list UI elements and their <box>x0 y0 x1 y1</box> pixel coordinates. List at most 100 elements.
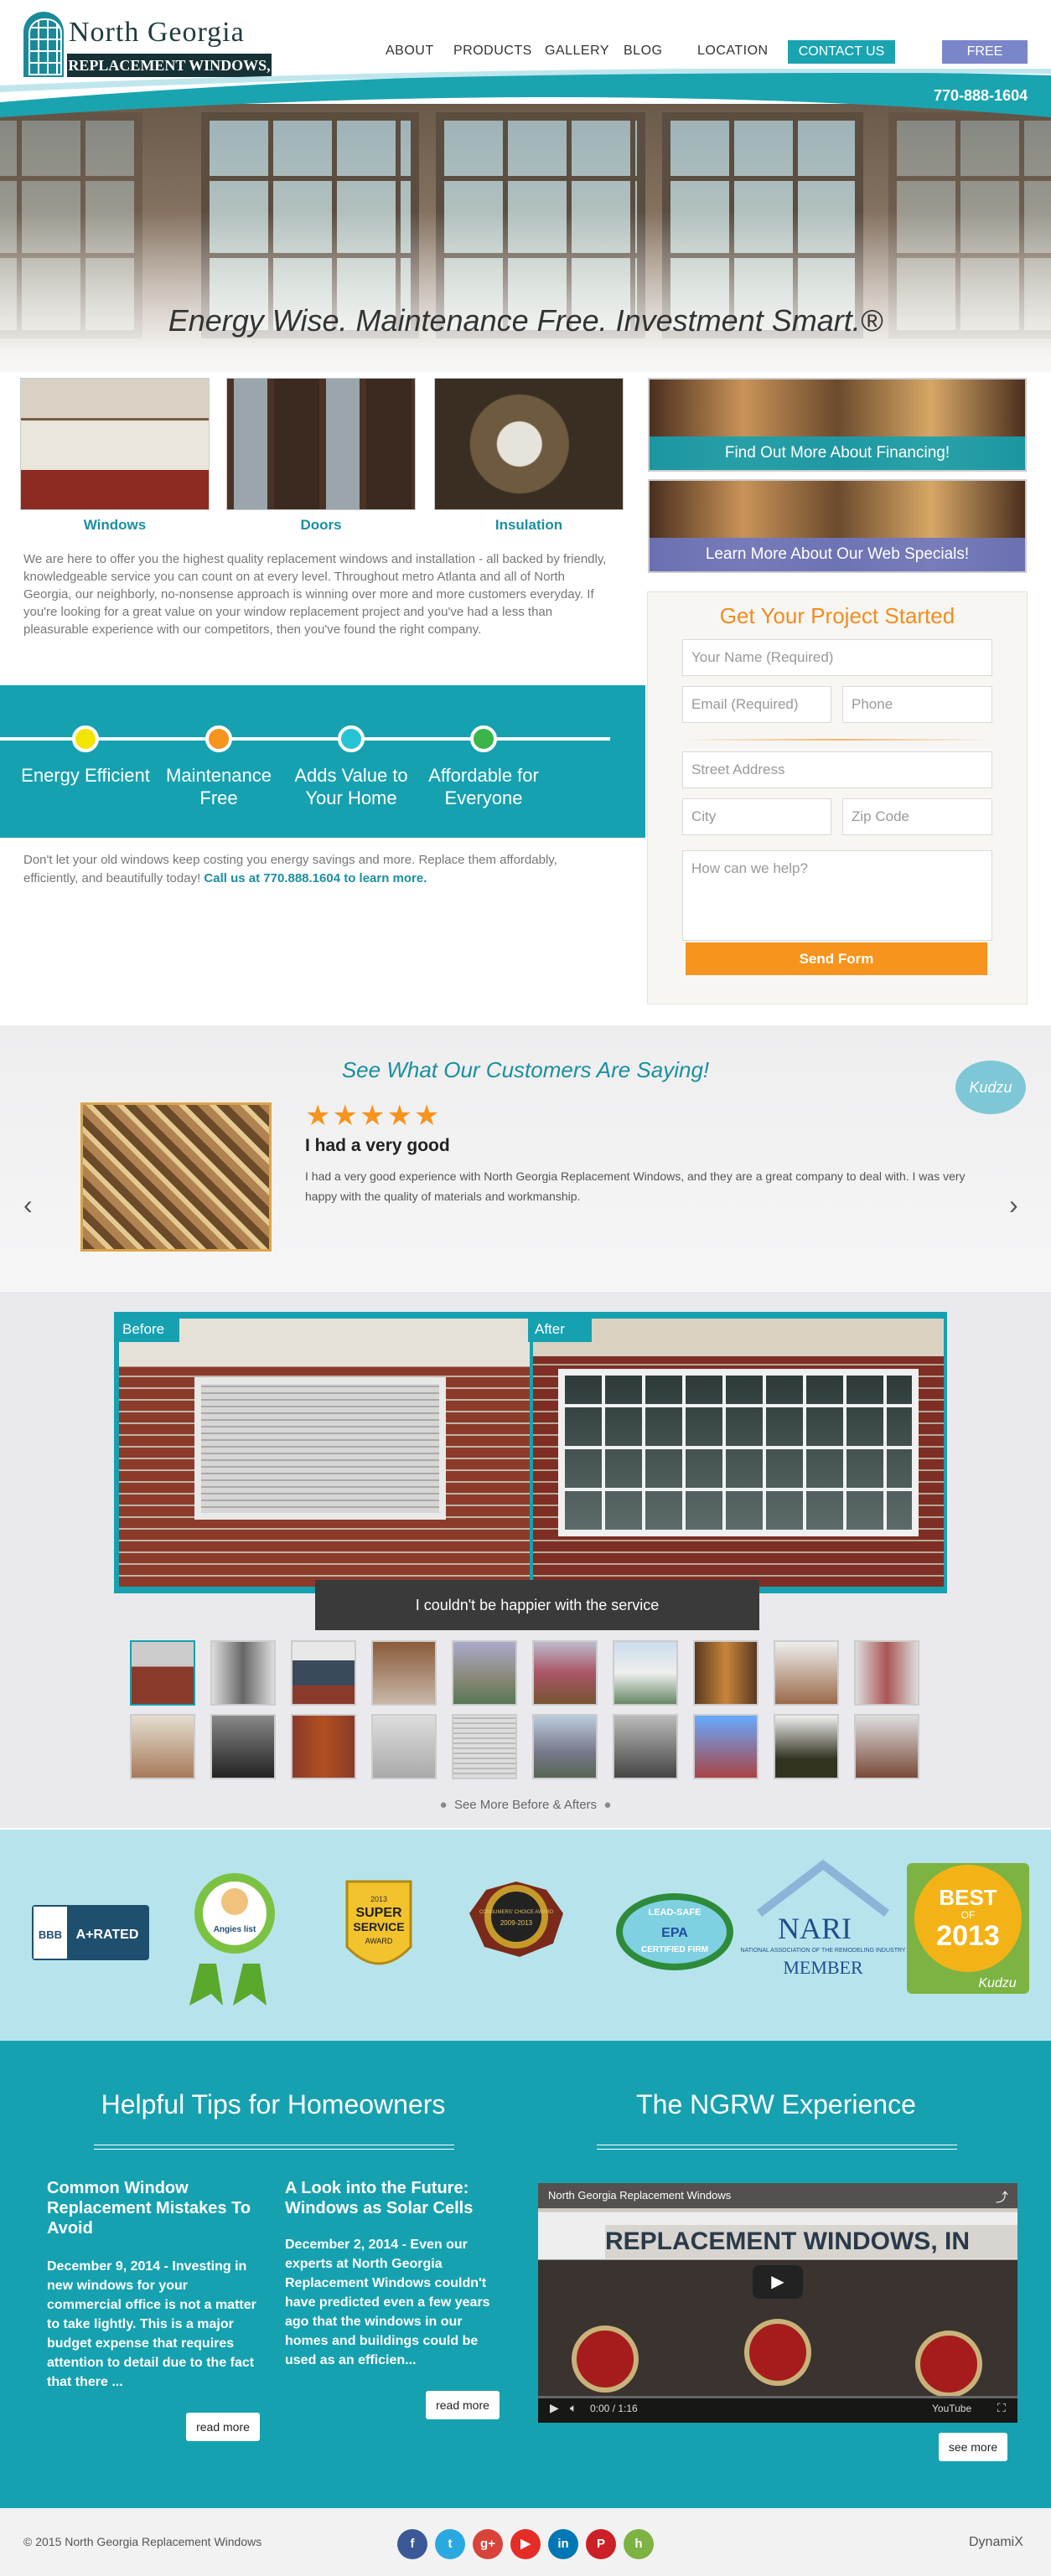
bullet-icon: ● <box>603 1798 612 1812</box>
benefit-value: Adds Value to Your Home <box>294 765 408 808</box>
tips-title: Helpful Tips for Homeowners <box>101 2089 446 2119</box>
financing-promo[interactable]: Find Out More About Financing! <box>648 378 1027 472</box>
windows-thumbnail[interactable] <box>20 378 210 510</box>
gallery-thumb[interactable] <box>774 1640 839 1706</box>
youtube-icon[interactable]: ▶ <box>510 2529 541 2559</box>
svg-text:Kudzu: Kudzu <box>978 1976 1016 1990</box>
see-more-label: See More Before & Afters <box>453 1798 598 1812</box>
linkedin-icon[interactable]: in <box>548 2529 578 2559</box>
read-more-button-2[interactable]: read more <box>426 2391 500 2419</box>
gallery-thumb[interactable] <box>210 1714 276 1779</box>
hero-tagline: Energy Wise. Maintenance Free. Investmen… <box>168 303 883 338</box>
affordable-dot-icon <box>470 725 497 752</box>
nav-location[interactable]: LOCATION <box>697 44 769 59</box>
see-more-before-afters[interactable]: ● See More Before & Afters ● <box>0 1798 1051 1812</box>
about-paragraph: We are here to offer you the highest qua… <box>23 552 607 637</box>
video-time: 0:00 / 1:16 <box>590 2403 638 2414</box>
tips-divider <box>94 2145 454 2150</box>
nav-blog[interactable]: BLOG <box>624 44 662 59</box>
call-link[interactable]: Call us at 770.888.1604 to learn more. <box>204 871 427 885</box>
doors-thumbnail[interactable] <box>226 378 416 510</box>
read-more-button-1[interactable]: read more <box>186 2413 260 2441</box>
gallery-thumb[interactable] <box>452 1640 517 1706</box>
send-form-button[interactable]: Send Form <box>686 942 987 975</box>
financing-label: Find Out More About Financing! <box>650 436 1025 470</box>
twitter-icon[interactable]: t <box>435 2529 465 2559</box>
facebook-icon[interactable]: f <box>397 2529 427 2559</box>
window-logo-icon <box>23 12 64 77</box>
post-title-1[interactable]: Common Window Replacement Mistakes To Av… <box>47 2178 256 2238</box>
gallery-thumb[interactable] <box>130 1714 195 1779</box>
form-divider <box>682 739 992 741</box>
header-phone[interactable]: 770-888-1604 <box>934 87 1028 105</box>
gallery-thumb[interactable] <box>693 1714 758 1779</box>
nav-products[interactable]: PRODUCTS <box>453 44 532 59</box>
phone-field[interactable]: Phone <box>842 686 992 723</box>
play-icon[interactable]: ▶ <box>550 2401 559 2415</box>
gallery-thumb[interactable] <box>371 1714 437 1779</box>
gallery-thumb[interactable] <box>854 1640 919 1706</box>
doors-link[interactable]: Doors <box>226 517 416 534</box>
gallery-thumb[interactable] <box>371 1640 437 1706</box>
svg-text:NATIONAL ASSOCIATION OF THE RE: NATIONAL ASSOCIATION OF THE REMODELING I… <box>740 1948 906 1954</box>
dynamix-credit[interactable]: DynamiX <box>969 2535 1023 2550</box>
volume-icon[interactable]: 🔈︎ <box>570 2401 577 2415</box>
maintenance-dot-icon <box>205 725 232 752</box>
next-arrow-icon[interactable]: › <box>1009 1190 1018 1221</box>
specials-promo[interactable]: Learn More About Our Web Specials! <box>648 479 1027 573</box>
insulation-thumbnail[interactable] <box>434 378 624 510</box>
form-title: Get Your Project Started <box>719 603 955 628</box>
video-player[interactable]: REPLACEMENT WINDOWS, IN North Georgia Re… <box>538 2183 1017 2423</box>
insulation-link[interactable]: Insulation <box>434 517 624 534</box>
specials-label: Learn More About Our Web Specials! <box>650 538 1025 571</box>
svg-text:CERTIFIED FIRM: CERTIFIED FIRM <box>641 1945 708 1954</box>
nari-member-badge: NARI NATIONAL ASSOCIATION OF THE REMODEL… <box>740 1859 906 1978</box>
benefit-affordable: Affordable for Everyone <box>428 765 539 808</box>
accreditation-badges: BBB A+RATED Angies list 2013 SUPER SERVI… <box>32 1859 1029 2006</box>
post-title-2[interactable]: A Look into the Future: Windows as Solar… <box>285 2178 494 2218</box>
see-more-button[interactable]: see more <box>939 2433 1007 2461</box>
google-plus-icon[interactable]: g+ <box>473 2529 503 2559</box>
cta-paragraph: Don't let your old windows keep costing … <box>23 851 610 888</box>
pinterest-icon[interactable]: P <box>586 2529 616 2559</box>
super-service-award-badge: 2013 SUPER SERVICE AWARD <box>345 1880 412 1965</box>
gallery-thumb[interactable] <box>693 1640 758 1706</box>
prev-arrow-icon[interactable]: ‹ <box>23 1190 33 1221</box>
street-field[interactable]: Street Address <box>682 751 992 788</box>
video-sign: REPLACEMENT WINDOWS, IN <box>605 2225 1017 2259</box>
svg-text:2013: 2013 <box>936 1920 1000 1952</box>
name-field[interactable]: Your Name (Required) <box>682 639 992 676</box>
zip-field[interactable]: Zip Code <box>842 798 992 835</box>
houzz-icon[interactable]: h <box>624 2529 654 2559</box>
windows-link[interactable]: Windows <box>20 517 210 534</box>
nav-about[interactable]: ABOUT <box>386 44 434 59</box>
kudzu-logo[interactable]: Kudzu <box>955 1061 1026 1114</box>
gallery-thumb[interactable] <box>452 1714 517 1779</box>
gallery-thumb[interactable] <box>774 1714 839 1779</box>
gallery-thumb[interactable] <box>130 1640 195 1706</box>
site-logo[interactable]: North Georgia REPLACEMENT WINDOWS, INC. <box>23 12 272 97</box>
gallery-thumb[interactable] <box>854 1714 919 1779</box>
gallery-thumb[interactable] <box>613 1640 678 1706</box>
play-button-icon[interactable]: ▶ <box>753 2265 803 2299</box>
gallery-thumb[interactable] <box>532 1640 598 1706</box>
gallery-thumb[interactable] <box>532 1714 598 1779</box>
free-proposal-button[interactable]: FREE PROPOSAL <box>942 40 1028 82</box>
nav-gallery[interactable]: GALLERY <box>545 44 609 59</box>
gallery-thumb[interactable] <box>291 1640 356 1706</box>
email-field[interactable]: Email (Required) <box>682 686 831 723</box>
svg-text:2013: 2013 <box>370 1895 387 1903</box>
gallery-thumb[interactable] <box>613 1714 678 1779</box>
youtube-logo-icon[interactable]: YouTube <box>932 2403 971 2414</box>
gallery-thumb[interactable] <box>210 1640 276 1706</box>
epa-lead-safe-badge: LEAD-SAFE EPA CERTIFIED FIRM <box>616 1893 733 1970</box>
contact-us-button[interactable]: CONTACT US <box>788 40 895 64</box>
svg-text:AWARD: AWARD <box>365 1937 393 1945</box>
before-image <box>119 1319 530 1587</box>
gallery-thumb[interactable] <box>291 1714 356 1779</box>
header-swoosh <box>0 69 1051 117</box>
city-field[interactable]: City <box>682 798 831 835</box>
message-field[interactable]: How can we help? <box>682 850 992 941</box>
share-icon[interactable]: ⤴ <box>996 2188 1008 2206</box>
fullscreen-icon[interactable]: ⛶ <box>997 2401 1006 2415</box>
